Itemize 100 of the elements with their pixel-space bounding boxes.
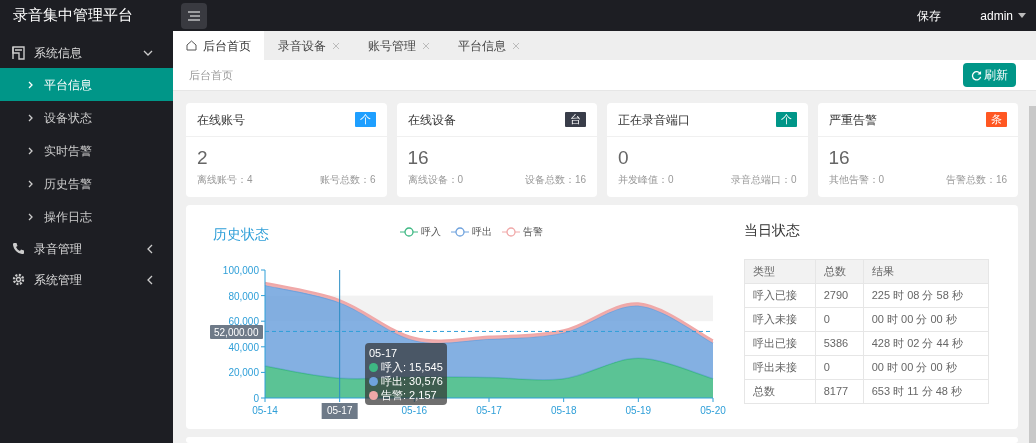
user-menu[interactable]: admin	[980, 6, 1026, 25]
tab[interactable]: 录音设备	[264, 31, 354, 60]
legend-marker-icon	[502, 226, 520, 237]
legend-item[interactable]: 告警	[502, 224, 543, 239]
y-tick-label: 60,000	[228, 316, 259, 328]
sidebar-item[interactable]: 系统管理	[0, 264, 173, 295]
refresh-button[interactable]: 刷新	[963, 63, 1016, 87]
table-cell: 总数	[744, 379, 816, 404]
table-cell: 8177	[815, 379, 864, 404]
save-link[interactable]: 保存	[917, 6, 942, 25]
table-cell: 00 时 00 分 00 秒	[863, 355, 989, 380]
table-cell: 0	[815, 307, 864, 332]
refresh-icon	[971, 69, 982, 81]
menu-button[interactable]	[181, 2, 207, 29]
card-value: 0	[618, 146, 629, 170]
sidebar-subitem[interactable]: 历史告警	[0, 167, 173, 200]
card-title: 正在录音端口	[618, 111, 690, 129]
card-value: 2	[197, 146, 208, 170]
chart-title: 历史状态	[213, 225, 269, 244]
card-value: 16	[407, 146, 429, 170]
legend-marker-icon	[400, 226, 418, 237]
card-stat: 离线设备：0	[407, 173, 464, 187]
card-stat: 其他告警：0	[828, 173, 885, 187]
menu-icon	[188, 10, 200, 21]
caret-icon	[1018, 13, 1026, 18]
tab[interactable]: 账号管理	[354, 31, 444, 60]
x-tick-label: 05-16	[401, 405, 428, 416]
phone-icon	[12, 242, 25, 255]
card-stat: 告警总数：16	[945, 173, 1007, 187]
y-tick-label: 80,000	[228, 290, 259, 302]
legend-item[interactable]: 呼出	[451, 224, 492, 239]
chevron-down-icon	[143, 49, 153, 56]
chevron-right-icon	[28, 179, 33, 188]
close-icon[interactable]	[422, 41, 430, 50]
tooltip-title: 05-17	[369, 346, 399, 360]
panel-title: 当日状态	[744, 221, 801, 240]
table-cell: 呼入已接	[744, 283, 816, 308]
table-cell: 0	[815, 355, 864, 380]
table-cell: 225 时 08 分 58 秒	[863, 283, 989, 308]
x-tick-label: 05-19	[625, 405, 652, 416]
card-title: 在线设备	[407, 111, 456, 129]
average-label: 52,000.00	[210, 325, 263, 340]
table-cell: 653 时 11 分 48 秒	[863, 379, 989, 404]
card-stat: 离线账号：4	[197, 173, 253, 187]
table-cell: 呼出未接	[744, 355, 816, 380]
scrollbar[interactable]	[1029, 106, 1036, 443]
x-tick-label: 05-18	[550, 405, 577, 416]
chevron-left-icon	[147, 274, 153, 285]
y-tick-label: 20,000	[228, 367, 259, 379]
chevron-right-icon	[28, 146, 33, 155]
chevron-left-icon	[147, 243, 153, 254]
sidebar-subitem[interactable]: 设备状态	[0, 101, 173, 134]
breadcrumb: 后台首页	[189, 67, 233, 83]
tooltip-row: 告警: 2,157	[381, 388, 437, 402]
gear-icon	[12, 273, 25, 286]
sidebar-subitem[interactable]: 实时告警	[0, 134, 173, 167]
home-icon	[186, 40, 197, 51]
table-cell: 2790	[815, 283, 864, 308]
card-stat: 设备总数：16	[524, 173, 586, 187]
sidebar-item[interactable]: 录音管理	[0, 233, 173, 264]
column-header: 类型	[744, 259, 816, 284]
card-badge: 条	[986, 112, 1007, 127]
x-tick-label: 05-20	[700, 405, 726, 416]
card-title: 在线账号	[197, 111, 245, 129]
sidebar-subitem[interactable]: 操作日志	[0, 200, 173, 233]
y-tick-label: 100,000	[222, 265, 259, 276]
sidebar-subitem[interactable]: 平台信息	[0, 68, 173, 101]
chevron-right-icon	[28, 212, 33, 221]
chevron-right-icon	[28, 80, 33, 89]
y-tick-label: 0	[253, 393, 259, 404]
card-stat: 账号总数：6	[319, 173, 376, 187]
sidebar-item[interactable]: 系统信息	[0, 37, 173, 68]
column-header: 总数	[815, 259, 864, 284]
x-tick-label: 05-14	[252, 405, 278, 416]
tooltip-row: 呼入: 15,545	[381, 360, 443, 374]
card-badge: 台	[565, 112, 586, 127]
close-icon[interactable]	[512, 41, 520, 50]
card-title: 严重告警	[828, 111, 877, 129]
chevron-right-icon	[28, 113, 33, 122]
app-title: 录音集中管理平台	[12, 5, 134, 26]
tab[interactable]: 平台信息	[444, 31, 534, 60]
tooltip-row: 呼出: 30,576	[381, 374, 443, 388]
table-cell: 428 时 02 分 44 秒	[863, 331, 989, 356]
card-stat: 并发峰值：0	[618, 173, 674, 187]
column-header: 结果	[863, 259, 989, 284]
table-cell: 00 时 00 分 00 秒	[863, 307, 989, 332]
x-tick-label: 05-17	[476, 405, 502, 416]
card-stat: 录音总端口：0	[730, 173, 797, 187]
card-badge: 个	[775, 112, 797, 127]
legend-item[interactable]: 呼入	[400, 224, 441, 239]
card-badge: 个	[354, 112, 376, 127]
close-icon[interactable]	[332, 41, 340, 50]
tab[interactable]: 后台首页	[173, 31, 264, 60]
axis-pointer-label: 05-17	[321, 403, 358, 419]
table-cell: 5386	[815, 331, 864, 356]
table-cell: 呼出已接	[744, 331, 816, 356]
card-value: 16	[828, 146, 850, 170]
table-cell: 呼入未接	[744, 307, 816, 332]
y-tick-label: 40,000	[228, 341, 259, 353]
legend-marker-icon	[451, 226, 469, 237]
